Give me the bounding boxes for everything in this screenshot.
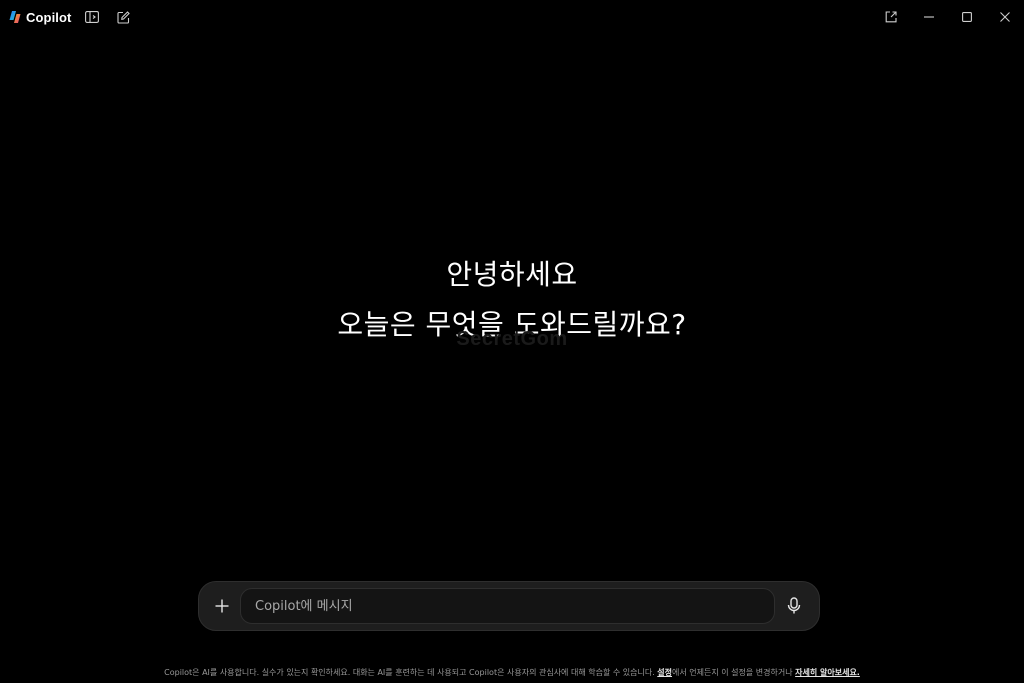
- sidebar-toggle-button[interactable]: [81, 6, 103, 28]
- copilot-logo-icon: [9, 11, 21, 23]
- disclaimer: Copilot은 AI를 사용합니다. 실수가 있는지 확인하세요. 대화는 A…: [0, 667, 1024, 678]
- learn-more-link[interactable]: 자세히 알아보세요.: [795, 668, 860, 677]
- message-composer: [198, 581, 820, 631]
- minimize-button[interactable]: [910, 0, 948, 34]
- disclaimer-text-middle: 에서 언제든지 이 설정을 변경하거나: [672, 668, 796, 677]
- plus-icon: [215, 599, 229, 613]
- new-chat-button[interactable]: [112, 6, 134, 28]
- microphone-icon: [787, 597, 801, 614]
- close-icon: [1000, 12, 1010, 22]
- app-brand: Copilot: [8, 0, 71, 34]
- maximize-icon: [962, 12, 972, 22]
- disclaimer-text: Copilot은 AI를 사용합니다. 실수가 있는지 확인하세요. 대화는 A…: [164, 668, 658, 677]
- copilot-window: Copilot 안녕하세요 오늘은 무엇을 도와드릴까요? SecretGom …: [0, 0, 1024, 683]
- app-title: Copilot: [26, 9, 72, 25]
- popout-icon: [885, 11, 897, 23]
- settings-link[interactable]: 설정: [657, 668, 672, 677]
- popout-button[interactable]: [872, 0, 910, 34]
- compose-icon: [117, 10, 130, 24]
- message-input[interactable]: [240, 588, 775, 624]
- sidebar-toggle-icon: [85, 11, 100, 23]
- minimize-icon: [924, 16, 934, 18]
- title-bar: Copilot: [0, 0, 1024, 34]
- watermark: SecretGom: [456, 328, 568, 350]
- window-controls: [872, 0, 1024, 34]
- maximize-button[interactable]: [948, 0, 986, 34]
- close-button[interactable]: [986, 0, 1024, 34]
- greeting-hello: 안녕하세요: [446, 258, 578, 291]
- microphone-button[interactable]: [779, 591, 809, 621]
- attach-button[interactable]: [207, 591, 237, 621]
